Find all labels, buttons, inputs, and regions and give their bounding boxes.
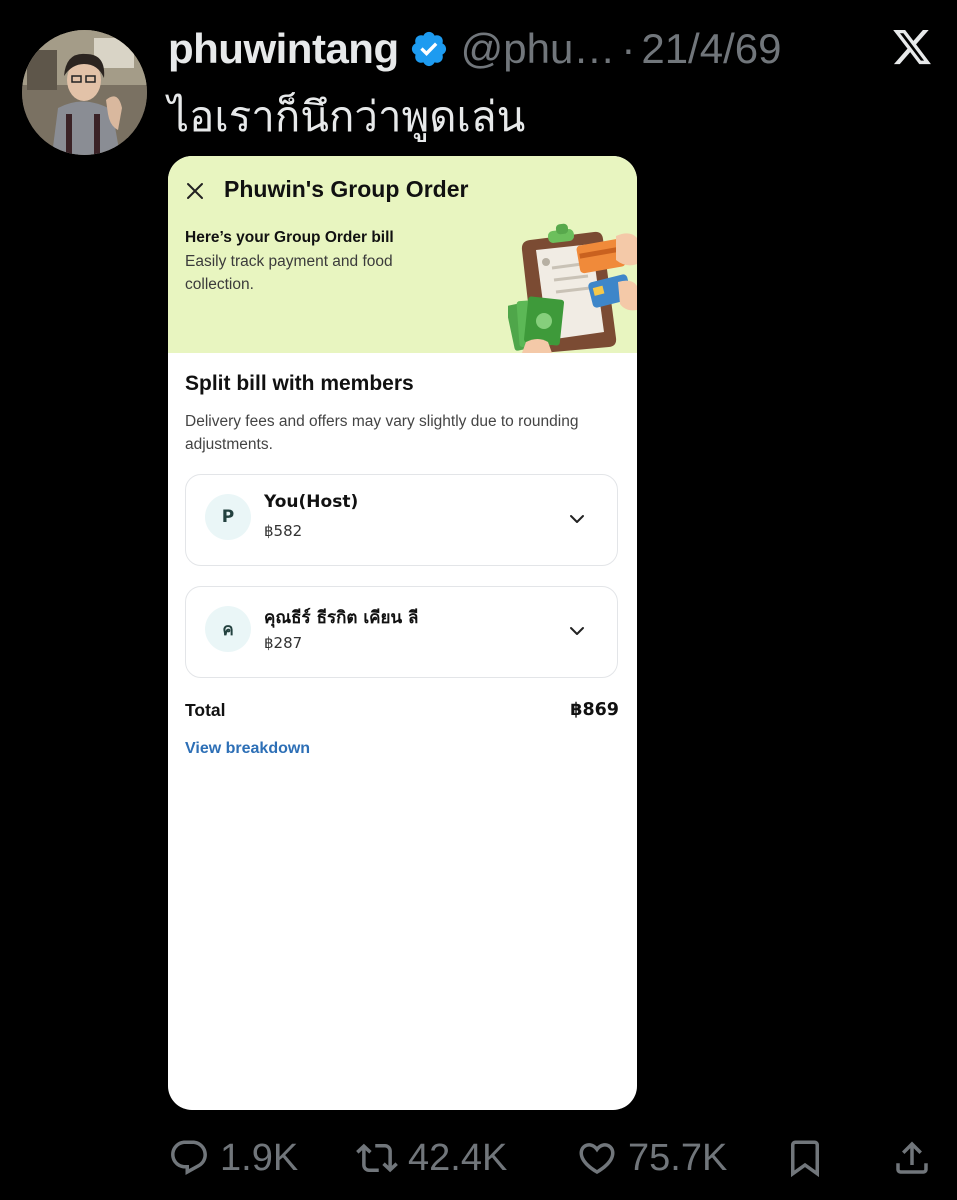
bookmark-button[interactable] <box>784 1132 826 1184</box>
verified-badge-icon <box>409 29 449 69</box>
profile-photo <box>22 30 147 155</box>
retweet-icon <box>356 1143 398 1173</box>
member-amount: ฿582 <box>264 522 303 540</box>
author-handle[interactable]: @phu… <box>461 25 616 73</box>
separator-dot: · <box>621 25 636 72</box>
x-logo-icon[interactable] <box>890 26 934 68</box>
reply-icon <box>171 1140 207 1175</box>
like-count: 75.7K <box>628 1136 728 1179</box>
member-avatar: ค <box>205 606 251 652</box>
reply-button[interactable]: 1.9K <box>168 1132 298 1184</box>
bookmark-icon <box>791 1140 819 1178</box>
share-icon <box>896 1141 928 1174</box>
group-order-screenshot[interactable]: Phuwin's Group Order Here’s your Group O… <box>168 156 637 1110</box>
tweet-actions: 1.9K 42.4K 75.7K <box>0 1132 957 1184</box>
share-button[interactable] <box>891 1132 933 1184</box>
order-banner: Phuwin's Group Order Here’s your Group O… <box>168 156 637 353</box>
member-amount: ฿287 <box>264 634 303 652</box>
retweet-button[interactable]: 42.4K <box>356 1132 507 1184</box>
member-avatar: P <box>205 494 251 540</box>
tweet-date[interactable]: 21/4/69 <box>641 25 781 73</box>
chevron-down-icon[interactable] <box>568 510 586 528</box>
chevron-down-icon[interactable] <box>568 622 586 640</box>
bill-description: Easily track payment and food collection… <box>185 253 393 293</box>
author-name[interactable]: phuwintang <box>168 25 399 73</box>
avatar[interactable] <box>22 30 147 155</box>
member-name: คุณธีร์ ธีรกิต เคียน ลี <box>264 608 419 628</box>
order-title: Phuwin's Group Order <box>224 176 469 202</box>
total-amount: ฿869 <box>570 700 619 720</box>
member-card-guest[interactable]: ค คุณธีร์ ธีรกิต เคียน ลี ฿287 <box>185 586 618 678</box>
split-bill-description: Delivery fees and offers may vary slight… <box>185 413 579 453</box>
like-button[interactable]: 75.7K <box>576 1132 727 1184</box>
bill-heading: Here’s your Group Order bill <box>185 229 394 246</box>
split-bill-title: Split bill with members <box>185 372 414 395</box>
view-breakdown-link[interactable]: View breakdown <box>185 740 310 758</box>
tweet-text: ไอเราก็นึกว่าพูดเล่น <box>168 92 526 141</box>
reply-count: 1.9K <box>220 1136 299 1179</box>
total-label: Total <box>185 700 226 720</box>
close-icon[interactable] <box>185 181 205 201</box>
like-icon <box>579 1143 615 1175</box>
retweet-count: 42.4K <box>408 1136 508 1179</box>
clipboard-money-illustration <box>508 223 637 353</box>
member-card-host[interactable]: P You(Host) ฿582 <box>185 474 618 566</box>
member-name: You(Host) <box>264 492 359 512</box>
